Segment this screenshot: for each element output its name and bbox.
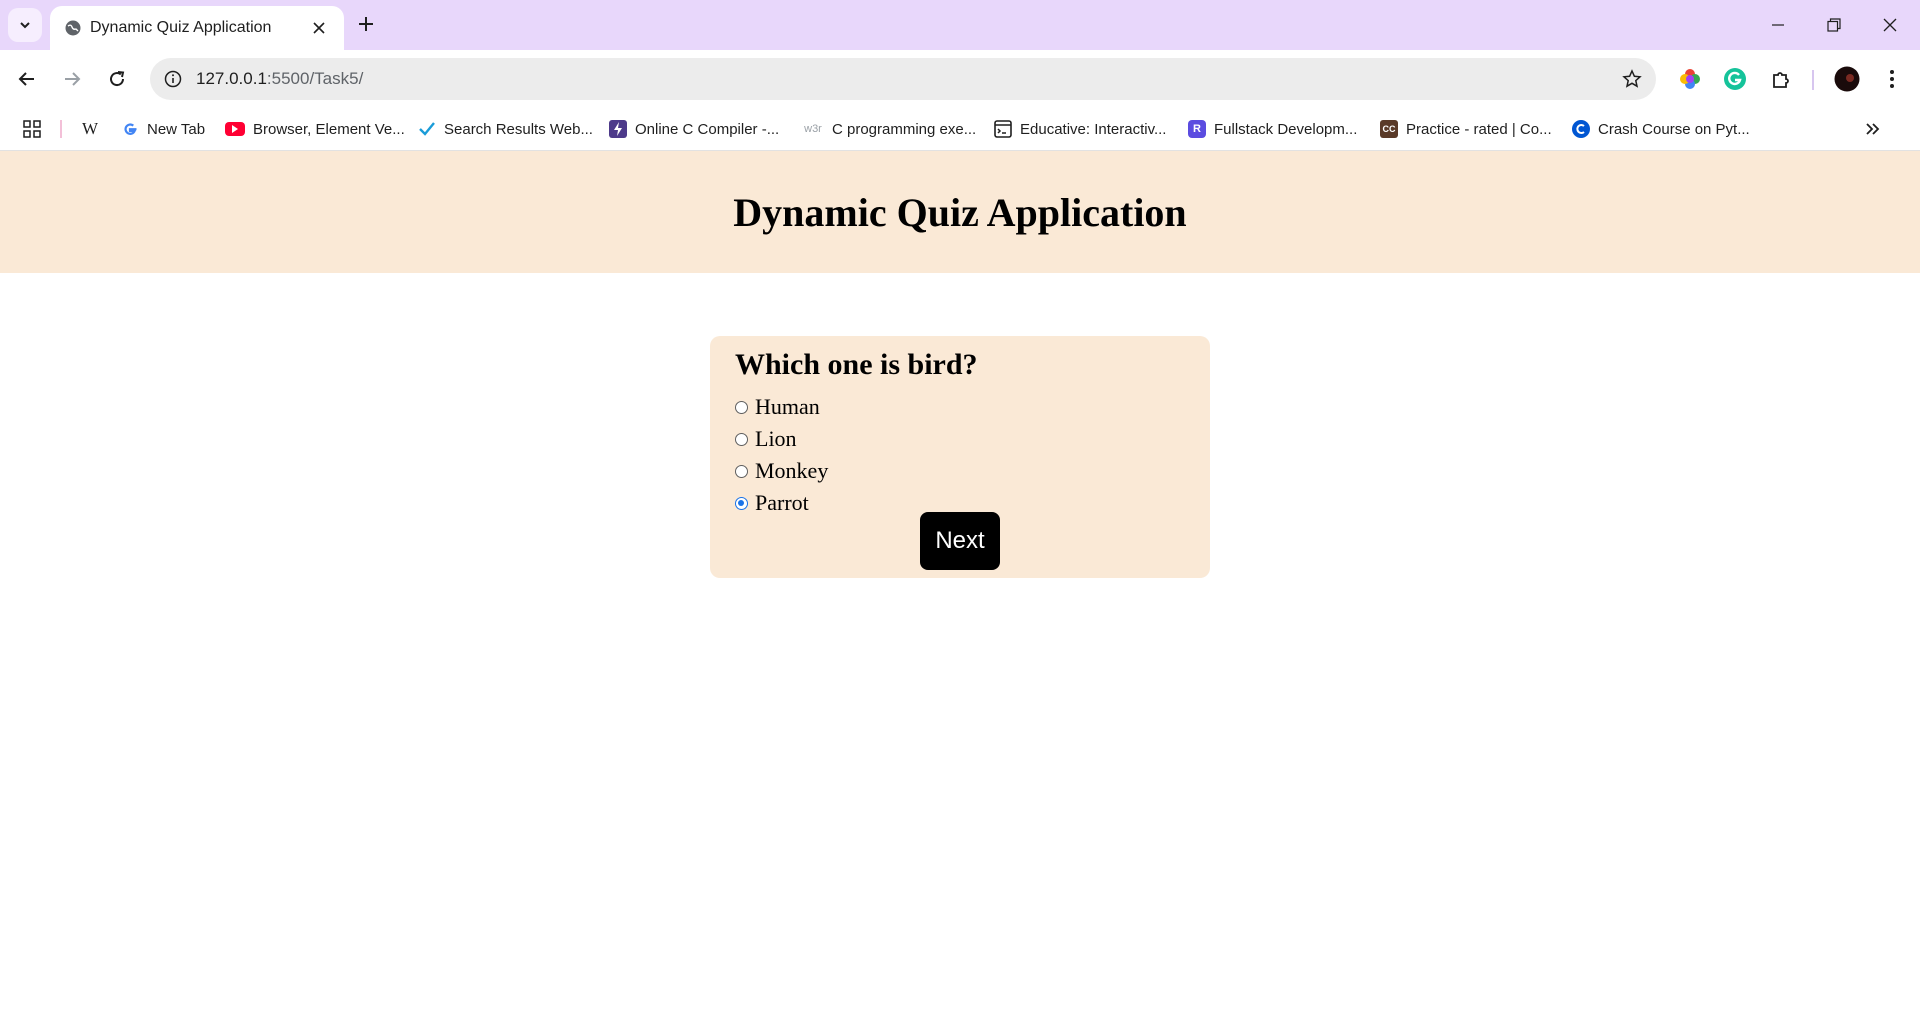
educative-icon xyxy=(994,120,1012,138)
bookmark-label: Fullstack Developm... xyxy=(1214,120,1358,138)
minimize-icon xyxy=(1772,24,1784,26)
bookmark-label: New Tab xyxy=(147,120,206,138)
arrow-left-icon xyxy=(18,72,34,86)
option-human[interactable]: Human xyxy=(735,392,820,422)
apps-grid-icon[interactable] xyxy=(22,117,42,141)
page-header: Dynamic Quiz Application xyxy=(0,151,1920,273)
minimize-button[interactable] xyxy=(1750,0,1806,50)
extensions-puzzle-icon[interactable] xyxy=(1765,63,1797,95)
radio-human[interactable] xyxy=(735,400,748,414)
w3r-icon: w3r xyxy=(804,123,822,135)
tab-title: Dynamic Quiz Application xyxy=(90,19,272,36)
option-monkey[interactable]: Monkey xyxy=(735,456,828,486)
bookmark-label: Practice - rated | Co... xyxy=(1406,120,1552,138)
url-host: 127.0.0.1 xyxy=(196,69,267,88)
back-button[interactable] xyxy=(10,62,44,96)
bookmark-label: Online C Compiler -... xyxy=(635,120,780,138)
color-extension-icon[interactable] xyxy=(1674,63,1706,95)
grammarly-icon[interactable] xyxy=(1719,63,1751,95)
bolt-icon xyxy=(609,120,627,138)
r-icon: R xyxy=(1188,120,1206,138)
plus-icon xyxy=(359,17,373,31)
option-label: Lion xyxy=(755,426,797,451)
youtube-icon xyxy=(225,122,245,136)
bookmark-label: C programming exe... xyxy=(832,120,977,138)
toolbar-divider xyxy=(1812,70,1814,90)
menu-kebab-icon[interactable] xyxy=(1876,63,1908,95)
globe-icon xyxy=(65,20,81,36)
radio-monkey[interactable] xyxy=(735,464,748,478)
wikipedia-icon: W xyxy=(81,119,99,138)
forward-button[interactable] xyxy=(55,62,89,96)
arrow-right-icon xyxy=(65,72,81,86)
bookmarks-divider xyxy=(60,120,62,138)
bookmarks-bar: W New Tab Browser, Element Ve... Search … xyxy=(0,108,1920,151)
option-label: Human xyxy=(755,394,820,419)
bookmark-browser-element[interactable]: Browser, Element Ve... xyxy=(225,117,405,141)
bookmark-label: Search Results Web... xyxy=(444,120,593,138)
reload-icon xyxy=(110,71,125,87)
profile-avatar[interactable] xyxy=(1831,63,1863,95)
tab-strip: Dynamic Quiz Application xyxy=(0,0,1920,50)
browser-toolbar: 127.0.0.1:5500/Task5/ xyxy=(0,50,1920,108)
bookmark-crash-course[interactable]: Crash Course on Pyt... xyxy=(1572,117,1750,141)
address-bar[interactable]: 127.0.0.1:5500/Task5/ xyxy=(150,58,1656,100)
bookmark-c-programming[interactable]: w3r C programming exe... xyxy=(802,117,976,141)
reload-button[interactable] xyxy=(100,62,134,96)
option-label: Parrot xyxy=(755,490,809,515)
bookmark-fullstack[interactable]: R Fullstack Developm... xyxy=(1188,117,1357,141)
tab-close-icon[interactable] xyxy=(308,17,330,39)
url-text[interactable]: 127.0.0.1:5500/Task5/ xyxy=(196,69,363,89)
option-lion[interactable]: Lion xyxy=(735,424,797,454)
url-path: :5500/Task5/ xyxy=(266,69,364,88)
bookmark-label: Crash Course on Pyt... xyxy=(1598,120,1750,138)
check-icon xyxy=(418,120,436,138)
close-icon xyxy=(1883,18,1897,32)
radio-lion[interactable] xyxy=(735,432,748,446)
bookmark-online-c-compiler[interactable]: Online C Compiler -... xyxy=(609,117,779,141)
more-bookmarks-icon[interactable] xyxy=(1864,117,1880,141)
bookmark-new-tab[interactable]: New Tab xyxy=(121,117,205,141)
new-tab-button[interactable] xyxy=(352,10,380,38)
bookmark-label: Browser, Element Ve... xyxy=(253,120,405,138)
bookmark-educative[interactable]: Educative: Interactiv... xyxy=(994,117,1166,141)
site-info-icon[interactable] xyxy=(162,68,184,90)
question-text: Which one is bird? xyxy=(735,348,978,381)
option-parrot[interactable]: Parrot xyxy=(735,488,809,518)
bookmark-label: Educative: Interactiv... xyxy=(1020,120,1167,138)
restore-button[interactable] xyxy=(1806,0,1862,50)
coursera-icon xyxy=(1572,120,1590,138)
cc-icon: CC xyxy=(1380,120,1398,138)
tab-search-button[interactable] xyxy=(8,8,42,42)
bookmark-search-results[interactable]: Search Results Web... xyxy=(418,117,593,141)
bookmark-wikipedia[interactable]: W xyxy=(80,117,108,141)
page-title: Dynamic Quiz Application xyxy=(733,189,1187,235)
tab-active[interactable]: Dynamic Quiz Application xyxy=(50,6,344,50)
bookmark-practice-rated[interactable]: CC Practice - rated | Co... xyxy=(1380,117,1552,141)
bookmark-star-icon[interactable] xyxy=(1620,67,1644,91)
restore-icon xyxy=(1827,18,1841,32)
close-window-button[interactable] xyxy=(1862,0,1918,50)
next-button[interactable]: Next xyxy=(920,512,1000,570)
google-icon xyxy=(121,120,139,138)
radio-parrot[interactable] xyxy=(735,496,748,510)
quiz-card: Which one is bird? Human Lion Monkey Par… xyxy=(710,336,1210,578)
option-label: Monkey xyxy=(755,458,829,483)
chevron-down-icon xyxy=(20,22,30,29)
